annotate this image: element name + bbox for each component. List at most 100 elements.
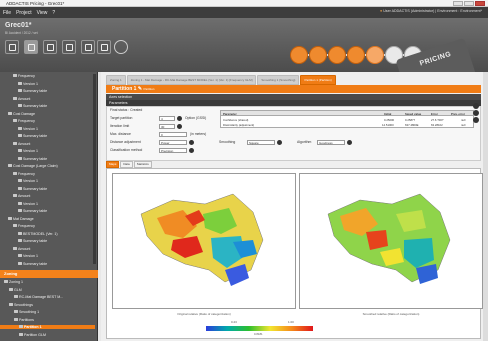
sidebar-item[interactable]: Summary table [18, 89, 47, 93]
distance-adjustment-select[interactable]: Power [159, 140, 187, 145]
table-cell[interactable]: Dissimilarity (adjustment) [223, 123, 254, 127]
menu-help[interactable]: ? [52, 10, 55, 16]
table-cell[interactable]: 27.6 ?00? [431, 118, 443, 122]
sidebar-zoning-item[interactable]: GLM [9, 287, 22, 292]
tree-node-icon [14, 295, 18, 298]
sidebar-item[interactable]: Version 1 [18, 179, 38, 183]
sidebar-item[interactable]: Amount [13, 194, 30, 198]
algorithm-dropdown[interactable] [347, 140, 352, 145]
table-cell[interactable]: null [461, 123, 465, 127]
algorithm-select[interactable]: Goodness [317, 140, 345, 145]
open-project-button[interactable] [24, 40, 38, 54]
sidebar-item[interactable]: Frequency [13, 119, 35, 123]
sidebar-item[interactable]: Summary table [18, 239, 47, 243]
sidebar-item[interactable]: Version 1 [18, 126, 38, 131]
smoothed-map[interactable] [299, 173, 483, 309]
sidebar-item[interactable]: Frequency [13, 224, 35, 228]
workflow-step-data[interactable] [309, 46, 327, 64]
table-cell[interactable]: 0.25877 [405, 118, 415, 122]
max-distance-input[interactable]: 0 [159, 132, 187, 137]
tab-frequency-glm[interactable]: Zoning 1 - Mat Damage - RC-Mat Damage BE… [126, 75, 257, 85]
sidebar-item[interactable]: Summary table [18, 156, 47, 161]
sidebar-item[interactable]: Frequency [13, 74, 35, 78]
database-button[interactable] [62, 40, 76, 54]
tree-node-icon [18, 209, 22, 212]
subtab-data[interactable]: Data [120, 161, 133, 168]
validate-button[interactable] [473, 117, 479, 123]
sidebar-item[interactable]: Summary table [18, 209, 47, 213]
sidebar-item[interactable]: Version 1 [18, 254, 38, 258]
refresh-button[interactable] [473, 103, 479, 109]
maps-panel: Original relative (Ratio of categorizati… [106, 168, 483, 339]
partition-header: Partition 1 ✎ Partition [106, 85, 481, 93]
subtab-statistics[interactable]: Statistics [133, 161, 152, 168]
sidebar-item[interactable]: Cost Damage [8, 111, 35, 116]
sidebar-item[interactable]: Amount [13, 141, 31, 146]
table-cell[interactable]: null [461, 118, 465, 122]
workflow-step-zoning[interactable] [347, 46, 365, 64]
sidebar-item[interactable]: Frequency [13, 171, 35, 176]
settings-button[interactable] [114, 40, 128, 54]
sidebar-item[interactable]: Cost Damage (Large Claim) [8, 164, 58, 168]
sidebar-zoning-item[interactable]: Zoning 1 [4, 280, 23, 284]
report-button[interactable] [81, 40, 95, 54]
distance-adjustment-dropdown[interactable] [189, 140, 194, 145]
sidebar-item-label: Summary table [23, 104, 48, 108]
sidebar-item[interactable]: Version 1 [18, 149, 38, 153]
sidebar-zoning-item[interactable]: Partition 1 [0, 325, 95, 329]
workflow-step-edit[interactable] [290, 46, 308, 64]
tab-smoothing-1[interactable]: Smoothing 1 (Smoothing) [257, 75, 300, 85]
table-cell[interactable]: 63.28102 [431, 123, 443, 127]
sidebar-item[interactable]: Version 1 [18, 81, 38, 86]
original-map[interactable] [112, 173, 296, 309]
sidebar-zoning-item[interactable]: Smoothing 1 [14, 310, 39, 314]
sidebar-zoning-item[interactable]: Partitions [14, 317, 34, 322]
subtab-maps[interactable]: Maps [106, 161, 120, 168]
sidebar-item[interactable]: Summary table [18, 186, 47, 191]
run-button[interactable] [473, 110, 479, 116]
tab-partition-1[interactable]: Partition 1 (Partition) [300, 75, 336, 85]
edit-project-button[interactable] [5, 40, 19, 54]
table-cell[interactable]: Confidence (shared) [223, 118, 248, 122]
tab-zoning-1[interactable]: Zoning 1 [106, 75, 126, 85]
sidebar-item-label: Amount [18, 141, 31, 146]
side-action-buttons [473, 103, 479, 124]
display-button[interactable] [43, 40, 57, 54]
sidebar-zoning-item[interactable]: RC-Mat Damage BEST M... [14, 295, 63, 299]
sidebar-item[interactable]: Summary table [18, 261, 47, 266]
menu-view[interactable]: View [37, 10, 48, 16]
sidebar-item[interactable]: Version 1 [18, 201, 38, 206]
iteration-limit-dropdown[interactable] [177, 124, 182, 129]
table-cell[interactable]: 0.25000 [384, 118, 394, 122]
sidebar-item[interactable]: BESTMODEL (Ver. 1) [18, 231, 58, 236]
sidebar-item[interactable]: Summary table [18, 134, 47, 138]
sidebar-item[interactable]: Mat Damage [8, 216, 34, 221]
sidebar-item[interactable]: Amount [13, 96, 30, 101]
smoothed-map-drawing [327, 193, 451, 284]
minimize-button[interactable] [453, 1, 463, 6]
close-window-button[interactable] [475, 1, 485, 6]
zoning-section-header[interactable]: Zoning [0, 270, 98, 278]
iteration-limit-input[interactable]: 30 [159, 124, 175, 129]
workflow-step-model[interactable] [328, 46, 346, 64]
workflow-step-partition[interactable] [366, 46, 384, 64]
sidebar-item[interactable]: Amount [13, 246, 30, 251]
sidebar-scrollbar[interactable] [93, 74, 96, 264]
classification-method-dropdown[interactable] [189, 148, 194, 153]
menu-project[interactable]: Project [16, 10, 32, 16]
sidebar-zoning-item[interactable]: Partition GLM [19, 332, 46, 337]
menu-file[interactable]: File [3, 10, 11, 16]
target-partition-dropdown[interactable] [177, 116, 182, 121]
smoothing-dropdown[interactable] [277, 140, 282, 145]
main-scrollbar[interactable] [483, 72, 488, 341]
table-cell[interactable]: 14.51000 [382, 123, 394, 127]
sidebar-zoning-item[interactable]: Smoothings [9, 302, 33, 307]
table-cell[interactable]: 637.4800E [405, 123, 419, 127]
tree-node-icon [18, 134, 22, 137]
target-partition-input[interactable]: 4 [159, 116, 175, 121]
export-button[interactable] [97, 40, 111, 54]
sidebar-item[interactable]: Summary table [18, 104, 47, 108]
smoothing-select[interactable]: Square [247, 140, 275, 145]
maximize-button[interactable] [464, 1, 474, 6]
classification-method-select[interactable]: Precision [159, 148, 187, 153]
